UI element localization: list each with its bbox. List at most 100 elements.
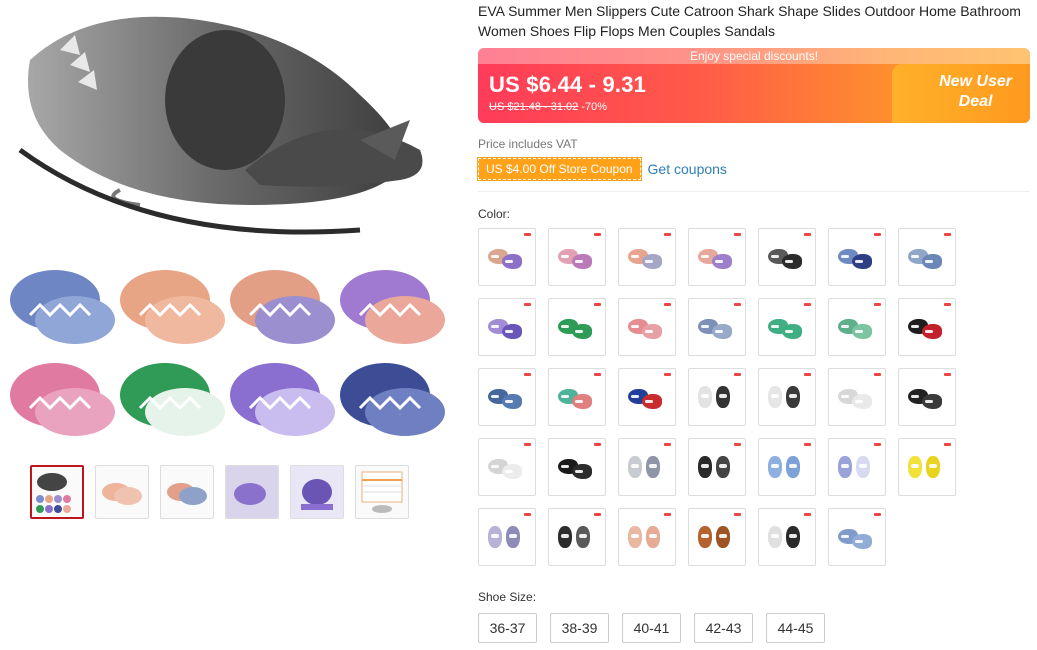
slipper-right	[502, 324, 522, 339]
brand-logo-mark	[734, 373, 741, 376]
brand-logo-mark	[524, 373, 531, 376]
color-swatch[interactable]	[758, 298, 816, 356]
size-option[interactable]: 38-39	[550, 613, 609, 643]
slipper-right	[646, 526, 660, 548]
color-swatch[interactable]	[828, 508, 886, 566]
color-swatch[interactable]	[898, 368, 956, 426]
color-swatch[interactable]	[618, 298, 676, 356]
color-swatch[interactable]	[618, 368, 676, 426]
brand-logo-mark	[874, 513, 881, 516]
color-swatch[interactable]	[548, 438, 606, 496]
color-swatch[interactable]	[898, 298, 956, 356]
brand-logo-mark	[734, 513, 741, 516]
color-swatch[interactable]	[758, 438, 816, 496]
slipper-pair-thumbnail	[768, 246, 806, 270]
slipper-right	[576, 526, 590, 548]
color-swatch[interactable]	[478, 508, 536, 566]
color-swatch[interactable]	[898, 438, 956, 496]
main-product-image[interactable]	[0, 0, 450, 450]
brand-logo-mark	[874, 443, 881, 446]
product-info: EVA Summer Men Slippers Cute Catroon Sha…	[477, 0, 1030, 643]
brand-logo-mark	[804, 303, 811, 306]
slipper-left	[698, 386, 712, 408]
color-swatch[interactable]	[548, 368, 606, 426]
color-swatch[interactable]	[688, 298, 746, 356]
slipper-pair-thumbnail	[768, 386, 806, 410]
color-swatch[interactable]	[828, 438, 886, 496]
color-swatch[interactable]	[478, 368, 536, 426]
slipper-left	[628, 526, 642, 548]
brand-logo-mark	[804, 233, 811, 236]
slipper-right	[782, 254, 802, 269]
new-user-deal-label[interactable]: New User Deal	[939, 72, 1012, 112]
slipper-pair-thumbnail	[768, 526, 806, 550]
color-swatch[interactable]	[758, 228, 816, 286]
color-swatch[interactable]	[688, 508, 746, 566]
color-swatch[interactable]	[828, 228, 886, 286]
store-coupon-badge[interactable]: US $4.00 Off Store Coupon	[477, 157, 642, 181]
shoe-size-label: Shoe Size:	[478, 590, 537, 604]
color-swatch[interactable]	[758, 368, 816, 426]
color-label: Color:	[478, 207, 511, 221]
slipper-pair-thumbnail	[558, 456, 596, 480]
discount-ribbon: Enjoy special discounts!	[478, 48, 1030, 64]
slipper-right	[642, 394, 662, 409]
color-swatch[interactable]	[478, 228, 536, 286]
color-swatch[interactable]	[758, 508, 816, 566]
slipper-left	[908, 456, 922, 478]
slipper-pair-thumbnail	[488, 386, 526, 410]
divider	[478, 191, 1030, 192]
brand-logo-mark	[524, 233, 531, 236]
thumbnail-image	[36, 473, 71, 513]
thumbnail-2[interactable]	[95, 465, 149, 519]
color-swatch[interactable]	[618, 438, 676, 496]
size-option[interactable]: 42-43	[694, 613, 753, 643]
get-coupons-link[interactable]: Get coupons	[648, 161, 727, 177]
color-swatch[interactable]	[618, 508, 676, 566]
color-swatch[interactable]	[548, 508, 606, 566]
image-gallery	[0, 0, 460, 650]
color-swatch[interactable]	[688, 438, 746, 496]
slipper-left	[768, 386, 782, 408]
brand-logo-mark	[594, 513, 601, 516]
slipper-pair-thumbnail	[628, 246, 666, 270]
slipper-pair-thumbnail	[838, 456, 876, 480]
slipper-pair-thumbnail	[698, 316, 736, 340]
color-swatch[interactable]	[688, 228, 746, 286]
color-swatch[interactable]	[548, 228, 606, 286]
thumbnail-3[interactable]	[160, 465, 214, 519]
brand-logo-mark	[804, 373, 811, 376]
slipper-right	[852, 394, 872, 409]
slipper-right	[922, 394, 942, 409]
thumbnail-6[interactable]	[355, 465, 409, 519]
color-swatch[interactable]	[548, 298, 606, 356]
color-swatch[interactable]	[828, 368, 886, 426]
original-price-row: US $21.48 - 31.02 -70%	[489, 101, 607, 113]
brand-logo-mark	[664, 233, 671, 236]
brand-logo-mark	[524, 443, 531, 446]
slipper-pair-thumbnail	[838, 386, 876, 410]
slipper-right	[856, 456, 870, 478]
slipper-right	[502, 254, 522, 269]
color-swatch[interactable]	[688, 368, 746, 426]
thumbnail-4[interactable]	[225, 465, 279, 519]
color-swatch[interactable]	[828, 298, 886, 356]
deal-line-1: New User	[939, 73, 1012, 90]
color-swatch[interactable]	[618, 228, 676, 286]
color-swatch[interactable]	[478, 298, 536, 356]
slipper-right	[852, 254, 872, 269]
thumbnail-1[interactable]	[30, 465, 84, 519]
slipper-right	[716, 456, 730, 478]
color-swatch[interactable]	[478, 438, 536, 496]
size-option[interactable]: 44-45	[766, 613, 825, 643]
slipper-right	[572, 254, 592, 269]
slipper-right	[716, 386, 730, 408]
thumbnail-5[interactable]	[290, 465, 344, 519]
slipper-left	[628, 456, 642, 478]
slipper-pair-thumbnail	[698, 456, 736, 480]
size-option[interactable]: 40-41	[622, 613, 681, 643]
color-swatch[interactable]	[898, 228, 956, 286]
slipper-right	[852, 534, 872, 549]
size-option[interactable]: 36-37	[478, 613, 537, 643]
brand-logo-mark	[594, 373, 601, 376]
